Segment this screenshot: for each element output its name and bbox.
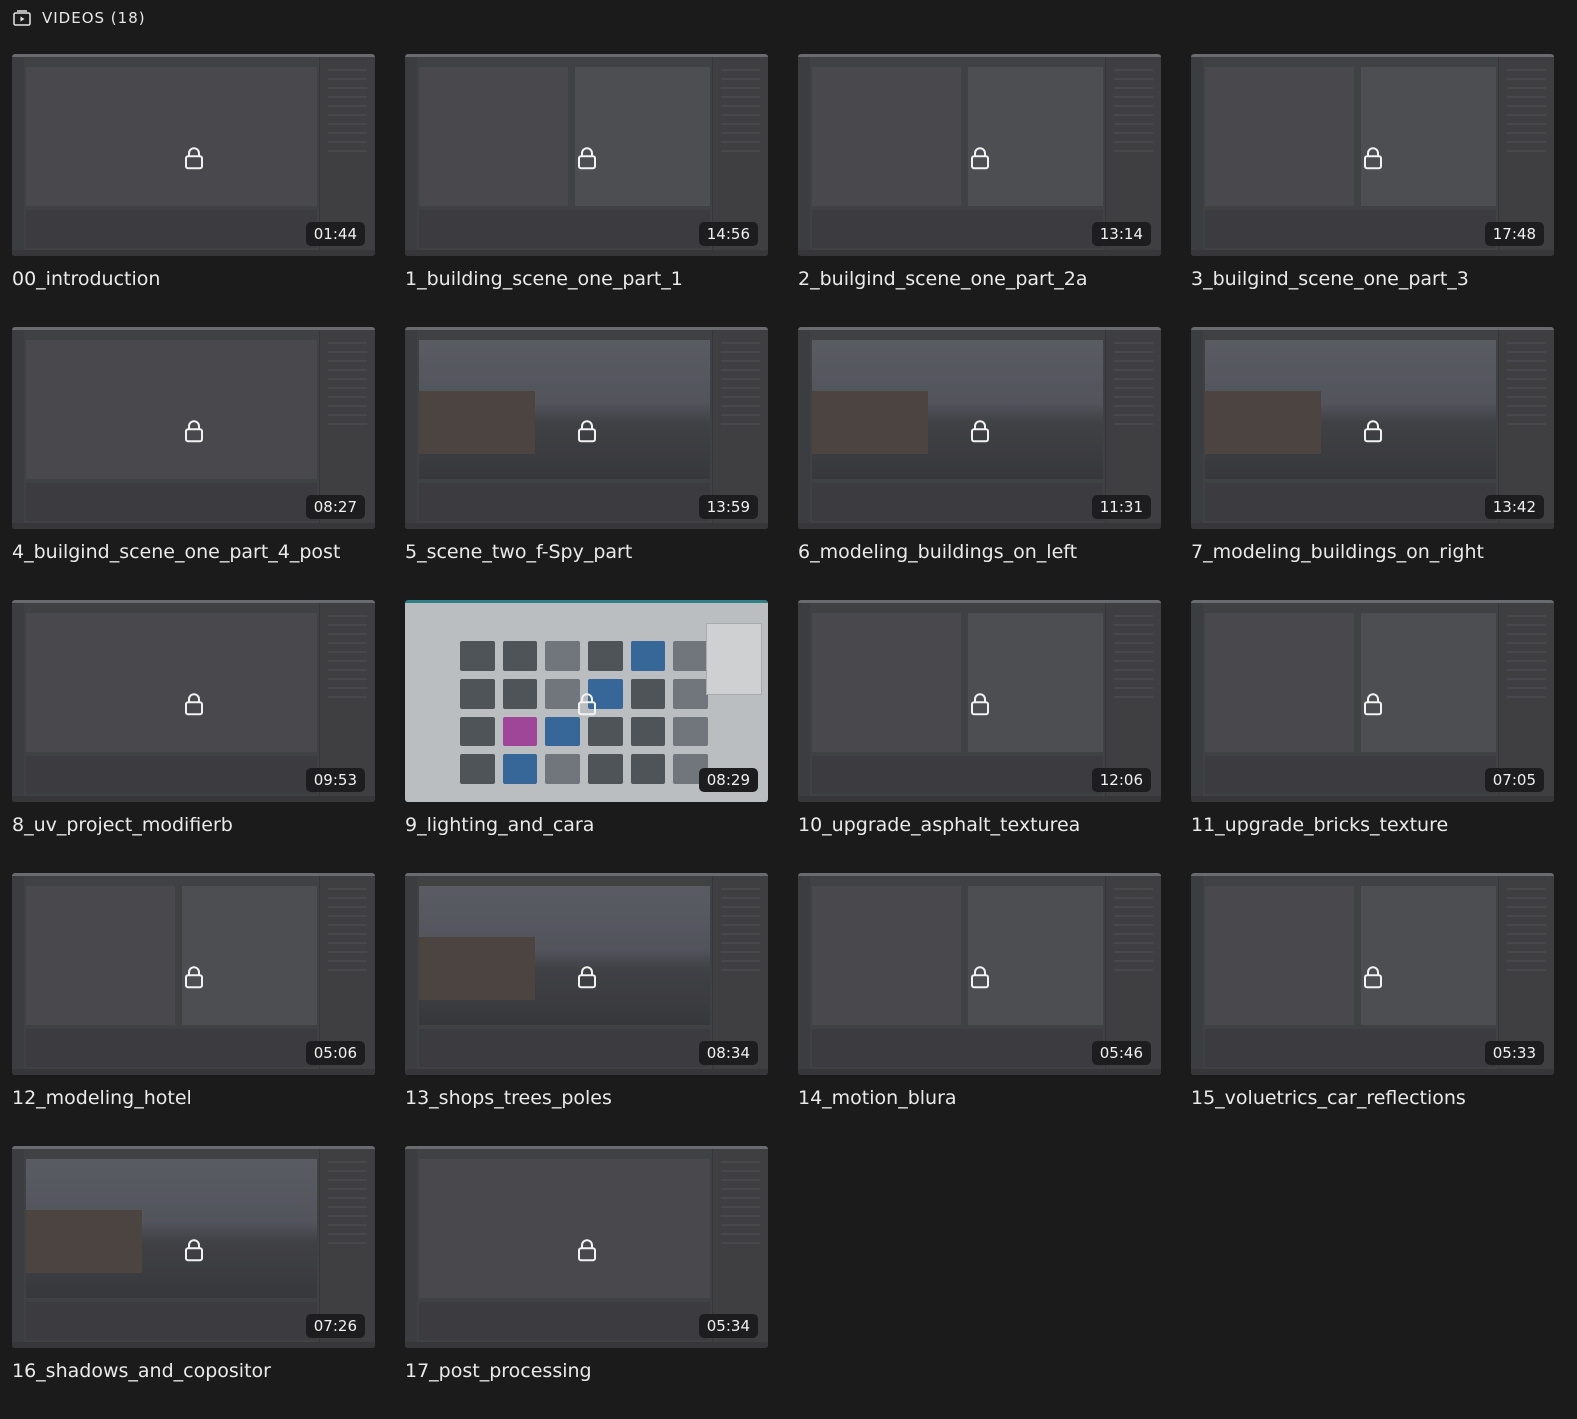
duration-badge: 05:46 (1091, 1041, 1151, 1065)
video-thumbnail[interactable]: 05:34 (405, 1146, 768, 1348)
lock-icon (577, 1238, 597, 1262)
video-card[interactable]: 12:06 10_upgrade_asphalt_texturea (798, 600, 1161, 873)
video-thumbnail[interactable]: 07:26 (12, 1146, 375, 1348)
video-title[interactable]: 7_modeling_buildings_on_right (1191, 541, 1554, 563)
section-header: VIDEOS (18) (12, 6, 146, 30)
video-card[interactable]: 11:31 6_modeling_buildings_on_left (798, 327, 1161, 600)
video-card[interactable]: 05:46 14_motion_blura (798, 873, 1161, 1146)
video-thumbnail[interactable]: 08:27 (12, 327, 375, 529)
video-card[interactable]: 09:53 8_uv_project_modifierb (12, 600, 375, 873)
video-title[interactable]: 4_builgind_scene_one_part_4_post (12, 541, 375, 563)
video-thumbnail[interactable]: 01:44 (12, 54, 375, 256)
video-card[interactable]: 05:33 15_voluetrics_car_reflections (1191, 873, 1554, 1146)
video-title[interactable]: 12_modeling_hotel (12, 1087, 375, 1109)
video-card[interactable]: 07:05 11_upgrade_bricks_texture (1191, 600, 1554, 873)
lock-icon (1363, 419, 1383, 443)
lock-icon (1363, 692, 1383, 716)
duration-badge: 09:53 (305, 768, 365, 792)
lock-icon (1363, 965, 1383, 989)
video-card[interactable]: 07:26 16_shadows_and_copositor (12, 1146, 375, 1419)
video-thumbnail[interactable]: 17:48 (1191, 54, 1554, 256)
video-card[interactable]: 14:56 1_building_scene_one_part_1 (405, 54, 768, 327)
duration-badge: 01:44 (305, 222, 365, 246)
video-title[interactable]: 2_builgind_scene_one_part_2a (798, 268, 1161, 290)
video-title[interactable]: 00_introduction (12, 268, 375, 290)
video-title[interactable]: 17_post_processing (405, 1360, 768, 1382)
video-title[interactable]: 9_lighting_and_cara (405, 814, 768, 836)
video-thumbnail[interactable]: 08:29 (405, 600, 768, 802)
video-title[interactable]: 16_shadows_and_copositor (12, 1360, 375, 1382)
video-thumbnail[interactable]: 05:06 (12, 873, 375, 1075)
lock-icon (577, 692, 597, 716)
video-folder-icon (12, 8, 32, 28)
duration-badge: 14:56 (698, 222, 758, 246)
duration-badge: 13:42 (1484, 495, 1544, 519)
video-thumbnail[interactable]: 11:31 (798, 327, 1161, 529)
video-title[interactable]: 13_shops_trees_poles (405, 1087, 768, 1109)
lock-icon (1363, 146, 1383, 170)
lock-icon (184, 1238, 204, 1262)
video-card[interactable]: 08:29 9_lighting_and_cara (405, 600, 768, 873)
section-title: VIDEOS (18) (42, 9, 146, 27)
lock-icon (184, 146, 204, 170)
video-title[interactable]: 6_modeling_buildings_on_left (798, 541, 1161, 563)
video-title[interactable]: 14_motion_blura (798, 1087, 1161, 1109)
video-title[interactable]: 8_uv_project_modifierb (12, 814, 375, 836)
duration-badge: 08:27 (305, 495, 365, 519)
duration-badge: 07:05 (1484, 768, 1544, 792)
lock-icon (577, 146, 597, 170)
video-card[interactable]: 13:59 5_scene_two_f-Spy_part (405, 327, 768, 600)
video-card[interactable]: 01:44 00_introduction (12, 54, 375, 327)
video-thumbnail[interactable]: 14:56 (405, 54, 768, 256)
video-card[interactable]: 08:34 13_shops_trees_poles (405, 873, 768, 1146)
duration-badge: 17:48 (1484, 222, 1544, 246)
video-title[interactable]: 3_builgind_scene_one_part_3 (1191, 268, 1554, 290)
video-thumbnail[interactable]: 13:59 (405, 327, 768, 529)
duration-badge: 07:26 (305, 1314, 365, 1338)
duration-badge: 13:59 (698, 495, 758, 519)
video-title[interactable]: 1_building_scene_one_part_1 (405, 268, 768, 290)
lock-icon (184, 965, 204, 989)
lock-icon (184, 692, 204, 716)
duration-badge: 05:33 (1484, 1041, 1544, 1065)
video-title[interactable]: 11_upgrade_bricks_texture (1191, 814, 1554, 836)
video-card[interactable]: 05:06 12_modeling_hotel (12, 873, 375, 1146)
lock-icon (184, 419, 204, 443)
video-card[interactable]: 08:27 4_builgind_scene_one_part_4_post (12, 327, 375, 600)
duration-badge: 13:14 (1091, 222, 1151, 246)
video-thumbnail[interactable]: 05:33 (1191, 873, 1554, 1075)
video-card[interactable]: 13:14 2_builgind_scene_one_part_2a (798, 54, 1161, 327)
video-thumbnail[interactable]: 07:05 (1191, 600, 1554, 802)
video-thumbnail[interactable]: 12:06 (798, 600, 1161, 802)
lock-icon (970, 419, 990, 443)
duration-badge: 12:06 (1091, 768, 1151, 792)
video-card[interactable]: 17:48 3_builgind_scene_one_part_3 (1191, 54, 1554, 327)
lock-icon (970, 965, 990, 989)
video-title[interactable]: 5_scene_two_f-Spy_part (405, 541, 768, 563)
video-thumbnail[interactable]: 08:34 (405, 873, 768, 1075)
video-thumbnail[interactable]: 05:46 (798, 873, 1161, 1075)
lock-icon (970, 692, 990, 716)
duration-badge: 08:34 (698, 1041, 758, 1065)
duration-badge: 11:31 (1091, 495, 1151, 519)
video-card[interactable]: 05:34 17_post_processing (405, 1146, 768, 1419)
video-title[interactable]: 10_upgrade_asphalt_texturea (798, 814, 1161, 836)
lock-icon (577, 419, 597, 443)
video-thumbnail[interactable]: 09:53 (12, 600, 375, 802)
duration-badge: 05:06 (305, 1041, 365, 1065)
video-title[interactable]: 15_voluetrics_car_reflections (1191, 1087, 1554, 1109)
video-thumbnail[interactable]: 13:42 (1191, 327, 1554, 529)
duration-badge: 05:34 (698, 1314, 758, 1338)
video-grid: 01:44 00_introduction 14:56 1_building_scen… (12, 54, 1565, 1419)
duration-badge: 08:29 (698, 768, 758, 792)
video-card[interactable]: 13:42 7_modeling_buildings_on_right (1191, 327, 1554, 600)
video-thumbnail[interactable]: 13:14 (798, 54, 1161, 256)
lock-icon (970, 146, 990, 170)
lock-icon (577, 965, 597, 989)
